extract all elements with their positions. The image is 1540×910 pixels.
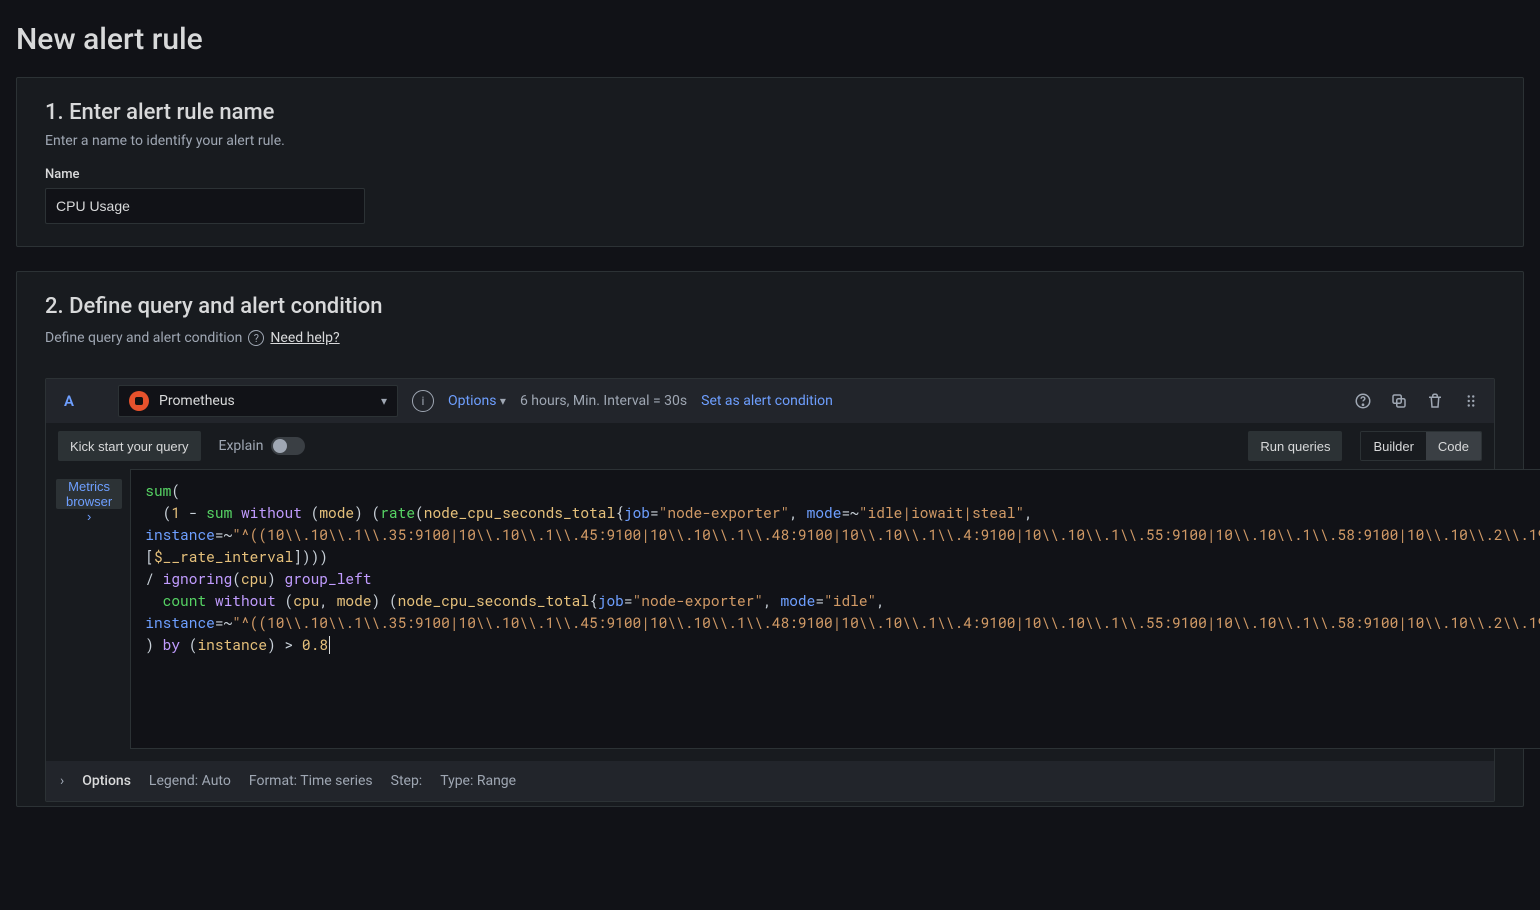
set-alert-condition-link[interactable]: Set as alert condition: [701, 393, 833, 409]
query-header: A Prometheus ▾ i Options ▾ 6 hours, Min.…: [46, 379, 1494, 423]
format-text: Format: Time series: [249, 773, 373, 789]
datasource-info-icon[interactable]: i: [412, 390, 434, 412]
section1-subtitle: Enter a name to identify your alert rule…: [45, 133, 1495, 149]
name-field-label: Name: [45, 167, 1495, 182]
query-range-text: 6 hours, Min. Interval = 30s: [520, 393, 687, 409]
query-options-link[interactable]: Options ▾: [448, 393, 506, 409]
explain-toggle[interactable]: [271, 437, 305, 455]
alert-name-input[interactable]: [45, 188, 365, 224]
copy-query-icon[interactable]: [1388, 392, 1410, 410]
chevron-down-icon: ▾: [381, 394, 387, 408]
chevron-down-icon: ▾: [500, 394, 506, 408]
query-ref-id[interactable]: A: [64, 392, 104, 410]
run-queries-button[interactable]: Run queries: [1248, 431, 1342, 461]
prometheus-icon: [129, 391, 149, 411]
code-mode-button[interactable]: Code: [1426, 432, 1481, 460]
drag-handle-icon[interactable]: [1460, 392, 1482, 410]
query-bottom-options[interactable]: › Options Legend: Auto Format: Time seri…: [46, 761, 1494, 801]
section-query-panel: 2. Define query and alert condition Defi…: [16, 271, 1524, 807]
chevron-right-icon: ›: [60, 773, 64, 789]
query-help-icon[interactable]: [1352, 392, 1374, 410]
legend-text: Legend: Auto: [149, 773, 231, 789]
section-name-panel: 1. Enter alert rule name Enter a name to…: [16, 77, 1524, 247]
datasource-select[interactable]: Prometheus ▾: [118, 385, 398, 417]
explain-label: Explain: [219, 438, 264, 454]
help-info-icon[interactable]: ?: [248, 330, 264, 346]
editor-mode-segment: Builder Code: [1360, 431, 1482, 461]
datasource-name: Prometheus: [159, 393, 371, 409]
options-label: Options: [82, 773, 131, 789]
metrics-browser-button[interactable]: Metrics browser ›: [56, 479, 122, 509]
section2-title: 2. Define query and alert condition: [45, 294, 1495, 319]
section2-subtitle: Define query and alert condition ? Need …: [45, 330, 340, 346]
need-help-link[interactable]: Need help?: [270, 330, 339, 346]
query-wrap: A Prometheus ▾ i Options ▾ 6 hours, Min.…: [45, 378, 1495, 802]
kick-start-button[interactable]: Kick start your query: [58, 431, 201, 461]
editor-row: Metrics browser › sum( (1 - sum without …: [46, 469, 1494, 761]
chevron-right-icon: ›: [87, 509, 91, 524]
type-text: Type: Range: [440, 773, 516, 789]
promql-code-editor[interactable]: sum( (1 - sum without (mode) (rate(node_…: [130, 469, 1540, 749]
delete-query-icon[interactable]: [1424, 392, 1446, 410]
section2-subtitle-text: Define query and alert condition: [45, 330, 242, 346]
page-title: New alert rule: [16, 22, 1524, 57]
step-text: Step:: [391, 773, 423, 789]
query-toolbar: Kick start your query Explain Run querie…: [46, 423, 1494, 469]
section1-title: 1. Enter alert rule name: [45, 100, 1495, 125]
builder-mode-button[interactable]: Builder: [1361, 432, 1425, 460]
